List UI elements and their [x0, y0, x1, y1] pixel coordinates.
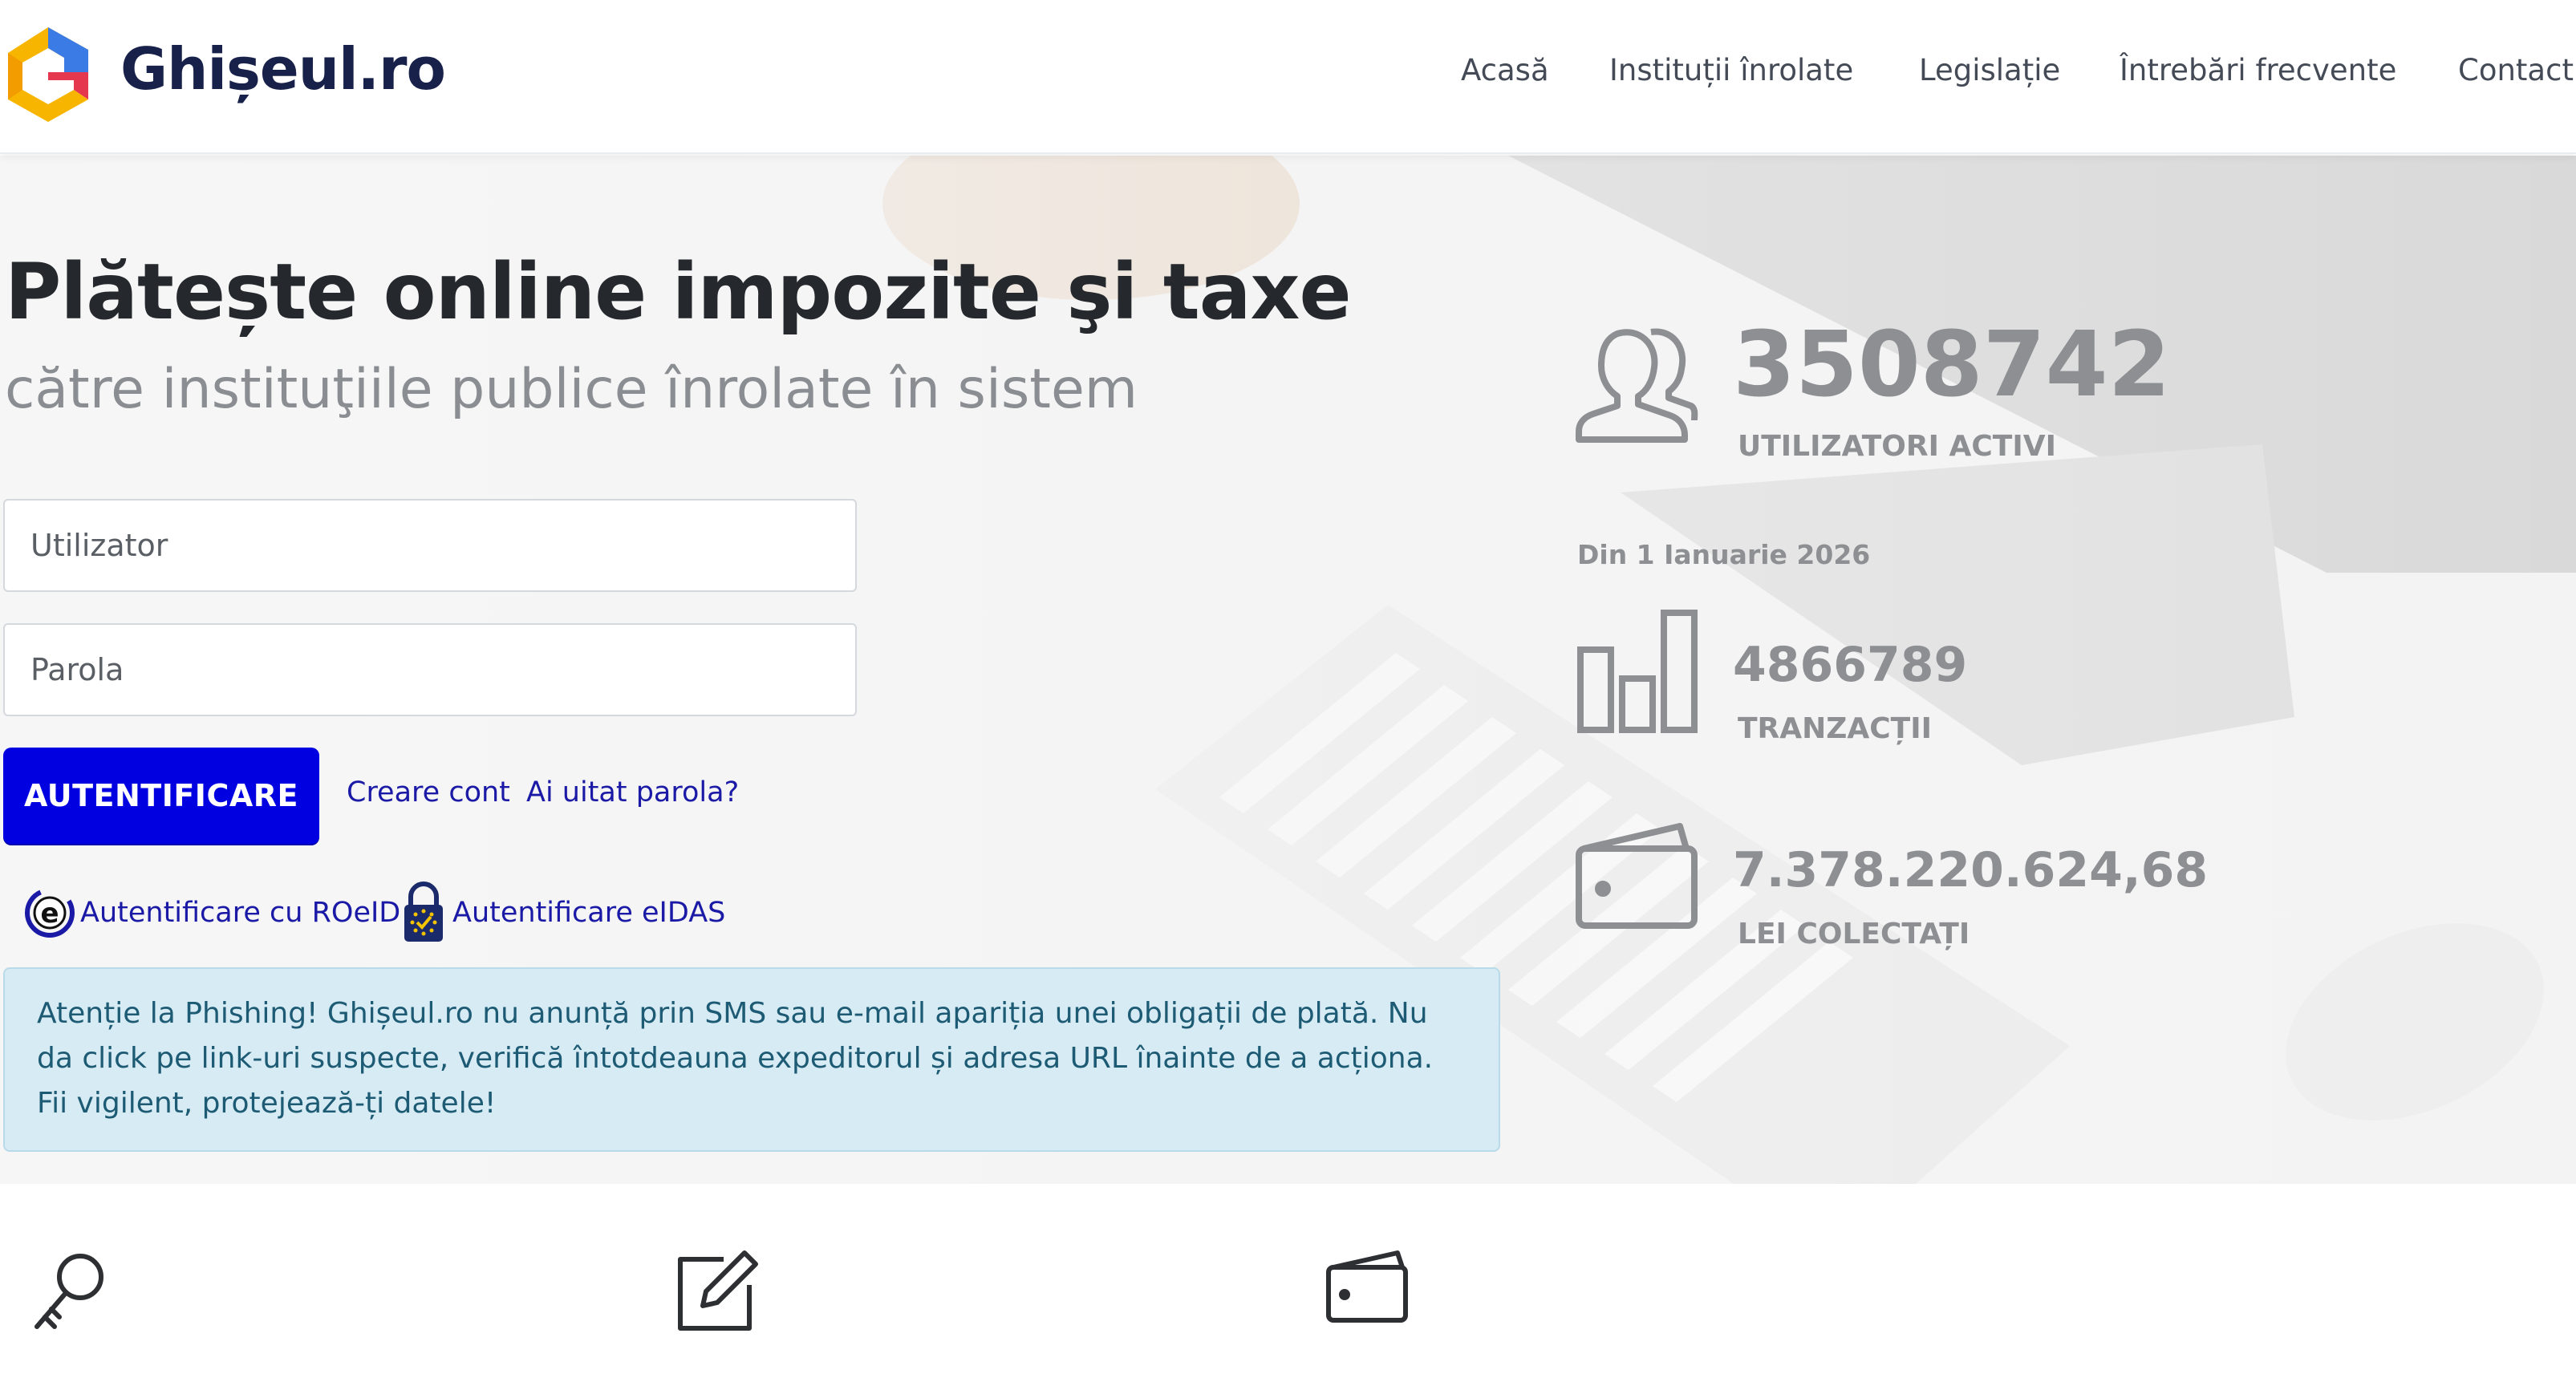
wallet-icon	[1326, 1250, 1408, 1323]
nav-item-legislatie[interactable]: Legislație	[1919, 53, 2060, 87]
hero-subtitle: către instituţiile publice înrolate în s…	[5, 358, 1138, 421]
username-input[interactable]	[3, 499, 857, 592]
login-button[interactable]: AUTENTIFICARE	[3, 748, 319, 844]
collected-amount: 7.378.220.624,68	[1733, 842, 2209, 898]
stats-since-date: Din 1 Ianuarie 2026	[1577, 539, 1871, 570]
wallet-icon	[1576, 823, 1698, 929]
main-nav: Acasă Instituții înrolate Legislație Înt…	[0, 53, 2576, 101]
roeid-login[interactable]: e Autentificare cu ROeID	[22, 881, 400, 945]
site-header: Ghișeul.ro Acasă Instituții înrolate Leg…	[0, 0, 2576, 154]
nav-item-intrebari[interactable]: Întrebări frecvente	[2120, 53, 2396, 87]
roeid-icon: e	[25, 888, 75, 938]
transactions-label: TRANZACȚII	[1738, 712, 1932, 745]
users-icon	[1576, 328, 1698, 443]
collected-label: LEI COLECTAȚI	[1738, 918, 1970, 950]
eidas-lock-icon	[404, 881, 443, 942]
hero-section: Plătește online impozite şi taxe către i…	[0, 156, 2576, 1184]
password-input[interactable]	[3, 623, 857, 716]
nav-item-acasa[interactable]: Acasă	[1461, 53, 1549, 87]
features-section	[0, 1184, 2576, 1382]
nav-item-contact[interactable]: Contact	[2458, 53, 2574, 87]
create-account-link[interactable]: Creare cont	[347, 776, 510, 809]
forgot-password-link[interactable]: Ai uitat parola?	[526, 776, 739, 809]
roeid-login-label[interactable]: Autentificare cu ROeID	[80, 897, 400, 929]
edit-icon	[678, 1250, 758, 1331]
phishing-alert: Atenție la Phishing! Ghișeul.ro nu anunț…	[3, 967, 1500, 1152]
phishing-alert-text: Atenție la Phishing! Ghișeul.ro nu anunț…	[37, 997, 1434, 1120]
key-icon	[34, 1254, 103, 1329]
transactions-count: 4866789	[1733, 637, 1968, 693]
hero-title: Plătește online impozite şi taxe	[5, 247, 1352, 337]
users-label: UTILIZATORI ACTIVI	[1738, 430, 2056, 463]
nav-item-institutii[interactable]: Instituții înrolate	[1609, 53, 1853, 87]
svg-text:e: e	[40, 898, 59, 930]
users-count: 3508742	[1733, 313, 2171, 417]
eidas-login[interactable]: Autentificare eIDAS	[401, 881, 725, 945]
bar-chart-icon	[1577, 610, 1698, 733]
eidas-login-label[interactable]: Autentificare eIDAS	[452, 897, 725, 929]
